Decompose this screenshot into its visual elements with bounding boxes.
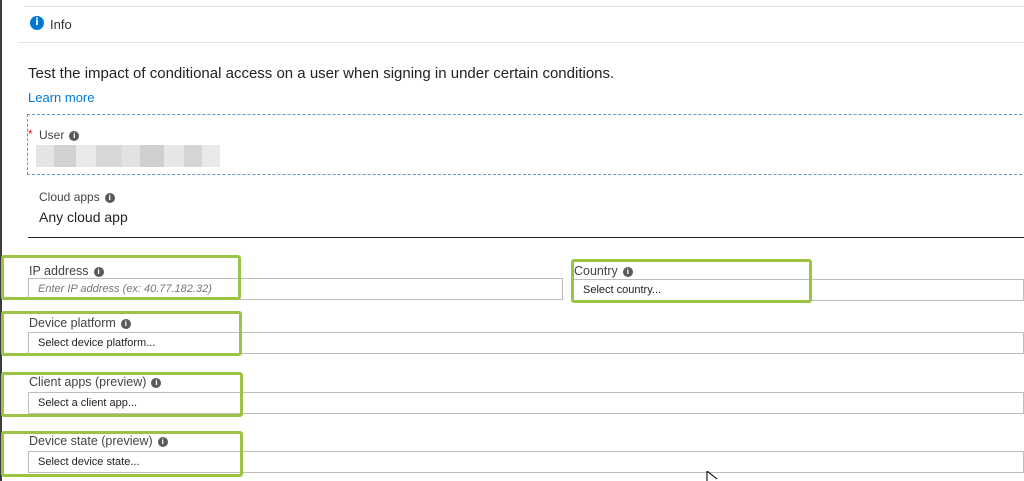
info-bar[interactable]: i Info [18,8,1024,43]
top-divider [24,6,1024,7]
info-dot-icon[interactable]: i [69,130,80,141]
learn-more-link[interactable]: Learn more [28,90,94,105]
section-divider [28,237,1024,238]
page-description: Test the impact of conditional access on… [28,65,615,82]
user-label-text: User [39,128,65,142]
info-label: Info [50,17,72,32]
cloud-apps-label-text: Cloud apps [39,190,100,204]
highlight-device-platform [1,311,242,356]
info-dot-icon[interactable]: i [104,192,115,203]
user-label: User i [39,128,80,142]
highlight-ip-address [1,255,241,300]
mouse-cursor-icon [706,471,718,481]
required-marker: * [28,127,33,141]
highlight-country [571,259,812,303]
cloud-apps-value[interactable]: Any cloud app [39,209,128,225]
info-icon: i [30,16,44,30]
cloud-apps-label: Cloud apps i [39,190,115,204]
highlight-client-apps [1,372,243,417]
user-value-redacted [36,145,220,167]
highlight-device-state [1,431,243,477]
